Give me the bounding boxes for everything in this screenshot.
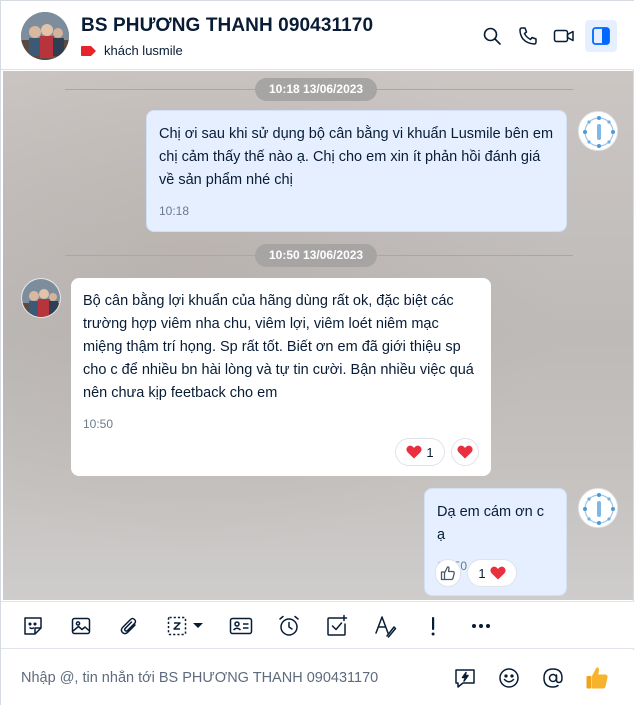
tag-icon xyxy=(81,45,96,56)
message-bubble[interactable]: Chị ơi sau khi sử dụng bộ cân bằng vi kh… xyxy=(146,110,567,232)
video-call-button[interactable] xyxy=(548,20,580,52)
message-list[interactable]: 10:18 13/06/2023 Chị ơi sau khi sử dụng … xyxy=(3,71,633,600)
time-divider-label: 10:50 13/06/2023 xyxy=(255,244,378,267)
sidebar-toggle-button[interactable] xyxy=(585,20,617,52)
business-card-icon xyxy=(229,617,253,635)
search-button[interactable] xyxy=(476,20,508,52)
more-icon xyxy=(472,624,490,628)
heart-icon xyxy=(490,566,506,580)
mention-button[interactable] xyxy=(539,664,567,692)
quick-like-button[interactable] xyxy=(583,664,611,692)
time-divider: 10:18 13/06/2023 xyxy=(3,78,633,102)
message-time: 10:18 xyxy=(159,204,190,218)
attachment-button[interactable] xyxy=(115,612,143,640)
my-avatar[interactable] xyxy=(578,111,618,151)
my-avatar[interactable] xyxy=(578,488,618,528)
image-icon xyxy=(71,617,91,635)
screenshot-icon xyxy=(167,616,187,636)
screenshot-button[interactable] xyxy=(163,612,207,640)
time-divider: 10:50 13/06/2023 xyxy=(3,244,633,268)
chat-window: BS PHƯƠNG THANH 090431170 khách lusmile xyxy=(0,0,634,705)
quick-message-button[interactable] xyxy=(451,664,479,692)
business-card-button[interactable] xyxy=(227,612,255,640)
reaction-summary[interactable]: 1 xyxy=(467,559,517,587)
sidebar-toggle-icon xyxy=(592,27,610,45)
reaction-count: 1 xyxy=(426,444,434,460)
message-text: Dạ em cám ơn c ạ xyxy=(437,504,545,543)
more-button[interactable] xyxy=(467,612,495,640)
message-text: Bộ cân bằng lợi khuẩn của hãng dùng rất … xyxy=(83,293,474,401)
contact-name[interactable]: BS PHƯƠNG THANH 090431170 xyxy=(81,15,373,37)
thumbs-up-icon xyxy=(440,566,455,581)
message-input[interactable] xyxy=(21,666,441,690)
chat-header: BS PHƯƠNG THANH 090431170 khách lusmile xyxy=(1,1,634,70)
text-format-button[interactable] xyxy=(371,612,399,640)
react-button[interactable] xyxy=(451,438,479,466)
task-icon xyxy=(327,614,348,636)
quick-message-icon xyxy=(455,669,475,688)
emoji-icon xyxy=(499,668,519,688)
phone-icon xyxy=(519,27,537,45)
mention-icon xyxy=(543,668,563,688)
thumbs-up-icon xyxy=(586,667,608,689)
attachment-icon xyxy=(120,617,137,635)
sticker-icon xyxy=(24,617,42,635)
reaction-count: 1 xyxy=(478,565,486,581)
reminder-icon xyxy=(279,615,299,636)
search-icon xyxy=(483,27,501,45)
heart-icon xyxy=(457,445,473,459)
task-button[interactable] xyxy=(323,612,351,640)
composer-toolbar xyxy=(1,601,634,649)
contact-avatar-small[interactable] xyxy=(21,278,61,318)
video-call-icon xyxy=(553,29,574,43)
emoji-button[interactable] xyxy=(495,664,523,692)
like-react-button[interactable] xyxy=(435,559,461,587)
contact-tag[interactable]: khách lusmile xyxy=(81,43,183,58)
image-button[interactable] xyxy=(67,612,95,640)
urgent-icon xyxy=(431,617,435,636)
chevron-down-icon xyxy=(193,623,203,628)
message-text: Chị ơi sau khi sử dụng bộ cân bằng vi kh… xyxy=(159,126,554,188)
call-button[interactable] xyxy=(512,20,544,52)
urgent-button[interactable] xyxy=(419,612,447,640)
text-format-icon xyxy=(375,616,397,638)
reaction-summary[interactable]: 1 xyxy=(395,438,445,466)
tag-label: khách lusmile xyxy=(104,43,183,58)
contact-avatar[interactable] xyxy=(21,12,69,60)
message-time: 10:50 xyxy=(83,417,114,431)
sticker-button[interactable] xyxy=(19,612,47,640)
composer xyxy=(1,650,634,705)
time-divider-label: 10:18 13/06/2023 xyxy=(255,78,378,101)
reminder-button[interactable] xyxy=(275,612,303,640)
heart-icon xyxy=(406,445,422,459)
